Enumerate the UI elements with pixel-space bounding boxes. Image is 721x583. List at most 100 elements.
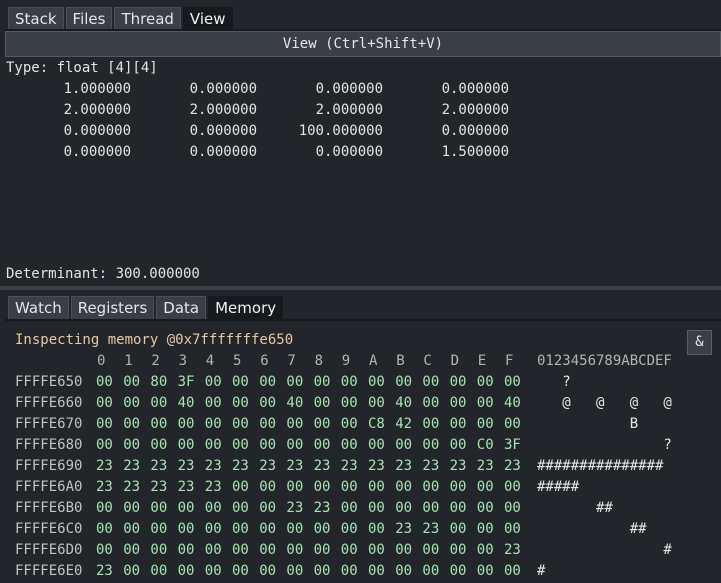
memory-byte[interactable]: 00	[422, 478, 444, 496]
memory-byte[interactable]: 00	[368, 394, 390, 412]
memory-byte[interactable]: 00	[232, 394, 254, 412]
memory-byte[interactable]: 23	[504, 541, 526, 559]
memory-byte[interactable]: 00	[232, 562, 254, 580]
memory-byte[interactable]: 00	[395, 478, 417, 496]
memory-byte[interactable]: 00	[259, 541, 281, 559]
memory-byte[interactable]: 23	[96, 457, 118, 475]
top-tab-view[interactable]: View	[182, 7, 233, 31]
memory-byte[interactable]: 00	[450, 478, 472, 496]
memory-byte[interactable]: 40	[286, 394, 308, 412]
memory-byte[interactable]: 23	[395, 457, 417, 475]
memory-byte[interactable]: 40	[395, 394, 417, 412]
memory-byte[interactable]: 23	[450, 457, 472, 475]
memory-byte[interactable]: 23	[123, 478, 145, 496]
memory-byte[interactable]: 00	[450, 436, 472, 454]
memory-byte[interactable]: 00	[450, 499, 472, 517]
memory-byte[interactable]: 00	[178, 415, 200, 433]
memory-byte[interactable]: 00	[205, 541, 227, 559]
memory-byte[interactable]: 00	[96, 499, 118, 517]
memory-byte[interactable]: 00	[422, 415, 444, 433]
memory-byte[interactable]: 23	[504, 457, 526, 475]
memory-byte[interactable]: 00	[450, 541, 472, 559]
memory-byte[interactable]: 00	[123, 373, 145, 391]
memory-byte[interactable]: 00	[205, 394, 227, 412]
memory-byte[interactable]: 00	[286, 436, 308, 454]
memory-byte[interactable]: 00	[232, 415, 254, 433]
memory-byte[interactable]: 00	[368, 541, 390, 559]
memory-byte[interactable]: 00	[314, 478, 336, 496]
memory-byte[interactable]: 00	[314, 373, 336, 391]
memory-byte[interactable]: 00	[259, 436, 281, 454]
memory-byte[interactable]: 00	[314, 541, 336, 559]
memory-byte[interactable]: 00	[123, 541, 145, 559]
memory-byte[interactable]: 00	[150, 394, 172, 412]
memory-byte[interactable]: 00	[477, 415, 499, 433]
memory-byte[interactable]: 00	[395, 541, 417, 559]
memory-byte[interactable]: 00	[259, 394, 281, 412]
memory-byte[interactable]: 00	[504, 415, 526, 433]
memory-byte[interactable]: 23	[205, 457, 227, 475]
memory-byte[interactable]: 00	[205, 373, 227, 391]
memory-byte[interactable]: 00	[504, 373, 526, 391]
memory-byte[interactable]: 00	[341, 541, 363, 559]
memory-byte[interactable]: 00	[286, 541, 308, 559]
memory-byte[interactable]: 23	[395, 520, 417, 538]
memory-byte[interactable]: 00	[368, 520, 390, 538]
memory-byte[interactable]: 00	[205, 520, 227, 538]
memory-byte[interactable]: 00	[96, 394, 118, 412]
memory-byte[interactable]: 00	[286, 520, 308, 538]
memory-byte[interactable]: 00	[96, 415, 118, 433]
memory-byte[interactable]: 00	[341, 562, 363, 580]
memory-byte[interactable]: 00	[259, 373, 281, 391]
memory-byte[interactable]: 80	[150, 373, 172, 391]
memory-byte[interactable]: 00	[123, 499, 145, 517]
memory-byte[interactable]: 00	[341, 394, 363, 412]
memory-byte[interactable]: 00	[477, 394, 499, 412]
memory-byte[interactable]: 00	[259, 499, 281, 517]
bottom-tab-registers[interactable]: Registers	[70, 296, 155, 320]
memory-byte[interactable]: 00	[286, 478, 308, 496]
memory-byte[interactable]: 00	[205, 436, 227, 454]
memory-byte[interactable]: 00	[178, 562, 200, 580]
memory-byte[interactable]: 00	[450, 520, 472, 538]
memory-byte[interactable]: C8	[368, 415, 390, 433]
memory-byte[interactable]: 00	[422, 562, 444, 580]
memory-byte[interactable]: 23	[123, 457, 145, 475]
memory-byte[interactable]: 00	[150, 415, 172, 433]
memory-byte[interactable]: 00	[368, 436, 390, 454]
memory-byte[interactable]: 00	[96, 436, 118, 454]
memory-byte[interactable]: 00	[232, 436, 254, 454]
memory-byte[interactable]: 00	[341, 436, 363, 454]
memory-byte[interactable]: 00	[205, 415, 227, 433]
memory-byte[interactable]: 00	[286, 562, 308, 580]
memory-byte[interactable]: 00	[232, 520, 254, 538]
bottom-tab-data[interactable]: Data	[156, 296, 207, 320]
memory-byte[interactable]: 00	[96, 520, 118, 538]
memory-byte[interactable]: 23	[422, 520, 444, 538]
memory-byte[interactable]: 3F	[504, 436, 526, 454]
memory-byte[interactable]: 23	[341, 457, 363, 475]
memory-byte[interactable]: 00	[286, 373, 308, 391]
memory-byte[interactable]: 00	[341, 478, 363, 496]
top-tab-stack[interactable]: Stack	[8, 7, 64, 31]
memory-byte[interactable]: 23	[259, 457, 281, 475]
memory-byte[interactable]: 00	[422, 499, 444, 517]
memory-byte[interactable]: 23	[314, 457, 336, 475]
memory-byte[interactable]: C0	[477, 436, 499, 454]
memory-byte[interactable]: 3F	[178, 373, 200, 391]
memory-byte[interactable]: 00	[422, 541, 444, 559]
memory-byte[interactable]: 00	[259, 478, 281, 496]
memory-byte[interactable]: 00	[422, 436, 444, 454]
memory-byte[interactable]: 00	[477, 499, 499, 517]
memory-byte[interactable]: 23	[150, 457, 172, 475]
memory-byte[interactable]: 00	[504, 520, 526, 538]
memory-byte[interactable]: 00	[123, 520, 145, 538]
memory-byte[interactable]: 00	[150, 541, 172, 559]
memory-byte[interactable]: 00	[341, 415, 363, 433]
memory-byte[interactable]: 23	[178, 478, 200, 496]
memory-byte[interactable]: 00	[504, 562, 526, 580]
memory-byte[interactable]: 00	[259, 562, 281, 580]
memory-byte[interactable]: 00	[123, 394, 145, 412]
memory-byte[interactable]: 00	[96, 373, 118, 391]
memory-byte[interactable]: 00	[395, 499, 417, 517]
